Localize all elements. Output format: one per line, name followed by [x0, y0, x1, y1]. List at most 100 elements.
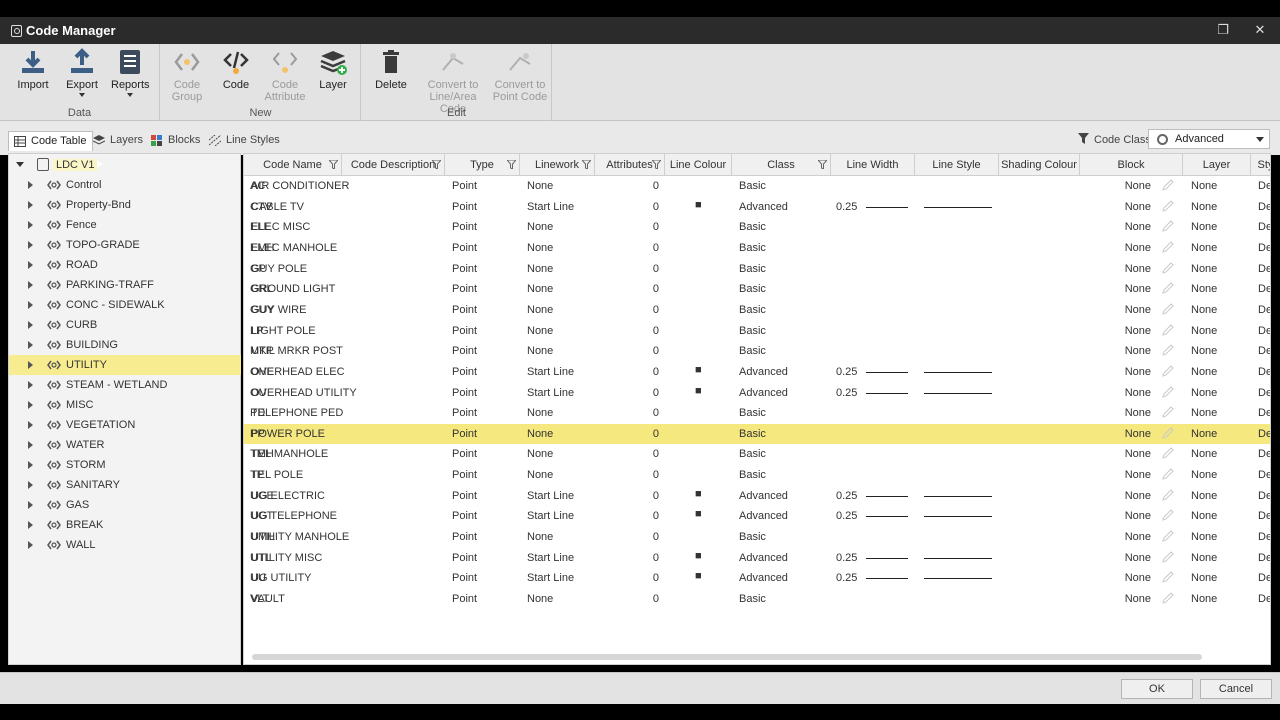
code-button[interactable]: Code: [217, 48, 255, 91]
pencil-icon[interactable]: [1162, 303, 1174, 315]
chevron-down-icon[interactable]: [16, 162, 24, 167]
filter-icon[interactable]: [507, 160, 516, 169]
table-row[interactable]: MKP UTIL MRKR POST Point None 0 Basic None None…: [244, 341, 1270, 361]
column-header[interactable]: Line Width: [831, 154, 915, 176]
pencil-icon[interactable]: [1162, 592, 1174, 604]
column-header[interactable]: Linework: [520, 154, 595, 176]
chevron-right-icon[interactable]: [28, 241, 33, 249]
pencil-icon[interactable]: [1162, 509, 1174, 522]
tree-item[interactable]: TOPO-GRADE: [9, 235, 241, 255]
chevron-right-icon[interactable]: [28, 541, 33, 549]
cancel-button[interactable]: Cancel: [1200, 679, 1272, 699]
pencil-icon[interactable]: [1162, 489, 1174, 501]
tree-item[interactable]: CURB: [9, 315, 241, 335]
table-row[interactable]: ELE ELEC MISC Point None 0 Basic None None De: [244, 217, 1270, 237]
pencil-icon[interactable]: [1162, 468, 1174, 480]
tree-item[interactable]: GAS: [9, 495, 241, 515]
filter-icon[interactable]: [432, 160, 441, 169]
tree-item[interactable]: ROAD: [9, 255, 241, 275]
reports-button[interactable]: Reports: [111, 48, 150, 97]
delete-button[interactable]: Delete: [372, 48, 410, 91]
tree-root[interactable]: LDC V1: [9, 155, 241, 175]
pencil-icon[interactable]: [1162, 385, 1174, 398]
column-header[interactable]: Layer: [1183, 154, 1251, 176]
table-row[interactable]: TMH TEL MANHOLE Point None 0 Basic None None De: [244, 444, 1270, 464]
ok-button[interactable]: OK: [1121, 679, 1193, 699]
pencil-icon[interactable]: [1162, 530, 1174, 542]
pencil-icon[interactable]: [1162, 220, 1174, 233]
table-row[interactable]: VLT VAULT Point None 0 Basic None None De: [244, 589, 1270, 609]
tree-item[interactable]: WALL: [9, 535, 241, 555]
column-header[interactable]: Block: [1080, 154, 1183, 176]
tree-item[interactable]: MISC: [9, 395, 241, 415]
column-header[interactable]: Sty: [1251, 154, 1270, 176]
chevron-right-icon[interactable]: [28, 321, 33, 329]
table-row[interactable]: TP TEL POLE Point None 0 Basic None None De: [244, 465, 1270, 485]
export-button[interactable]: Export: [63, 48, 101, 97]
tree-item[interactable]: STORM: [9, 455, 241, 475]
chevron-right-icon[interactable]: [28, 221, 33, 229]
chevron-right-icon[interactable]: [28, 481, 33, 489]
restore-icon[interactable]: ❐: [1213, 21, 1233, 39]
table-row[interactable]: OHE OVERHEAD ELEC Point Start Line 0 ■ Advance…: [244, 362, 1270, 382]
chevron-right-icon[interactable]: [28, 261, 33, 269]
tree-item[interactable]: CONC - SIDEWALK: [9, 295, 241, 315]
tree-item[interactable]: SANITARY: [9, 475, 241, 495]
tree-item[interactable]: BUILDING: [9, 335, 241, 355]
tab-layers[interactable]: Layers: [88, 131, 149, 151]
layer-button[interactable]: Layer: [315, 48, 351, 91]
table-row[interactable]: UTL UTILITY MISC Point Start Line 0 ■ Advanced…: [244, 548, 1270, 568]
chevron-right-icon[interactable]: [28, 461, 33, 469]
code-attribute-button[interactable]: Code Attribute: [261, 48, 309, 103]
column-header[interactable]: Code Description: [342, 154, 445, 176]
pencil-icon[interactable]: [1162, 406, 1174, 418]
table-row[interactable]: AC AIR CONDITIONER Point None 0 Basic None None…: [244, 176, 1270, 196]
table-row[interactable]: LP LIGHT POLE Point None 0 Basic None None De: [244, 321, 1270, 341]
chevron-right-icon[interactable]: [28, 381, 33, 389]
chevron-right-icon[interactable]: [28, 361, 33, 369]
pencil-icon[interactable]: [1162, 344, 1174, 356]
column-header[interactable]: Code Name: [244, 154, 342, 176]
pencil-icon[interactable]: [1162, 282, 1174, 295]
import-button[interactable]: Import: [14, 48, 52, 91]
tree-item[interactable]: Property-Bnd: [9, 195, 241, 215]
chevron-right-icon[interactable]: [28, 521, 33, 529]
convert-to-point-button[interactable]: Convert to Point Code: [490, 48, 550, 103]
table-row[interactable]: OU OVERHEAD UTILITY Point Start Line 0 ■ Advan…: [244, 383, 1270, 403]
tree-item[interactable]: PARKING-TRAFF: [9, 275, 241, 295]
table-row[interactable]: GP GUY POLE Point None 0 Basic None None De: [244, 259, 1270, 279]
pencil-icon[interactable]: [1162, 179, 1174, 191]
tree-item[interactable]: BREAK: [9, 515, 241, 535]
horizontal-scrollbar[interactable]: [252, 654, 1202, 660]
tree-item[interactable]: Fence: [9, 215, 241, 235]
chevron-right-icon[interactable]: [28, 281, 33, 289]
code-class-select[interactable]: Advanced: [1148, 129, 1270, 149]
column-header[interactable]: Shading Colour: [999, 154, 1080, 176]
column-header[interactable]: Type: [445, 154, 520, 176]
column-header[interactable]: Line Colour: [665, 154, 732, 176]
chevron-right-icon[interactable]: [28, 421, 33, 429]
chevron-right-icon[interactable]: [28, 501, 33, 509]
chevron-right-icon[interactable]: [28, 441, 33, 449]
table-row[interactable]: GUY GUY WIRE Point None 0 Basic None None De: [244, 300, 1270, 320]
column-header[interactable]: Line Style: [915, 154, 999, 176]
pencil-icon[interactable]: [1162, 427, 1174, 439]
tree-item[interactable]: WATER: [9, 435, 241, 455]
pencil-icon[interactable]: [1162, 571, 1174, 584]
filter-icon[interactable]: [582, 160, 591, 169]
chevron-right-icon[interactable]: [28, 181, 33, 189]
table-row[interactable]: PD TELEPHONE PED Point None 0 Basic None None De: [244, 403, 1270, 423]
pencil-icon[interactable]: [1162, 550, 1174, 563]
pencil-icon[interactable]: [1162, 241, 1174, 253]
tree-item[interactable]: VEGETATION: [9, 415, 241, 435]
chevron-right-icon[interactable]: [28, 301, 33, 309]
table-row[interactable]: EMH ELEC MANHOLE Point None 0 Basic None None De: [244, 238, 1270, 258]
code-group-button[interactable]: Code Group: [167, 48, 207, 103]
close-icon[interactable]: ✕: [1250, 21, 1270, 39]
table-row[interactable]: UGT UG TELEPHONE Point Start Line 0 ■ Advanced…: [244, 506, 1270, 526]
pencil-icon[interactable]: [1162, 365, 1174, 377]
tab-code-table[interactable]: Code Table: [8, 131, 94, 151]
pencil-icon[interactable]: [1162, 447, 1174, 460]
pencil-icon[interactable]: [1162, 323, 1174, 336]
pencil-icon[interactable]: [1162, 199, 1174, 212]
